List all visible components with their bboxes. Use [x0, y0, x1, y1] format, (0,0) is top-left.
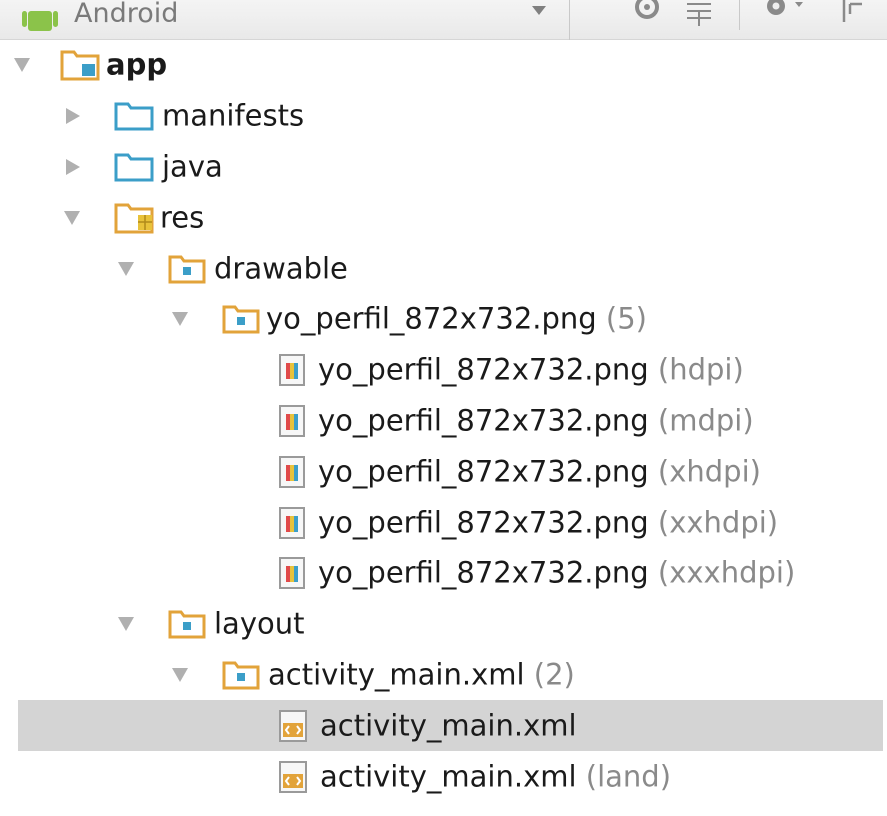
hide-panel-icon[interactable]	[838, 0, 868, 30]
tree-item-app[interactable]: app	[0, 40, 887, 91]
gear-icon[interactable]	[762, 0, 808, 30]
expand-arrow-icon[interactable]	[118, 617, 134, 632]
tree-item-label: java	[162, 149, 223, 184]
tree-item-image-xhdpi[interactable]: yo_perfil_872x732.png (xhdpi)	[0, 446, 887, 497]
tree-item-image-group[interactable]: yo_perfil_872x732.png (5)	[0, 294, 887, 345]
tree-item-label: drawable	[214, 250, 348, 285]
project-toolbar: Android	[0, 0, 887, 40]
tree-item-label: activity_main.xml	[320, 708, 577, 743]
collapse-all-icon[interactable]	[684, 0, 714, 30]
tree-item-activity-main-xml-land[interactable]: activity_main.xml (land)	[0, 751, 887, 802]
image-file-icon	[279, 557, 305, 590]
project-view-selector[interactable]: Android	[22, 0, 570, 40]
tree-item-label: app	[106, 47, 168, 82]
tree-item-image-xxhdpi[interactable]: yo_perfil_872x732.png (xxhdpi)	[0, 497, 887, 548]
tree-item-java[interactable]: java	[0, 142, 887, 193]
image-file-icon	[279, 404, 305, 437]
folder-icon	[114, 102, 154, 131]
tree-item-layout-group[interactable]: activity_main.xml (2)	[0, 650, 887, 701]
project-tree: app manifests java res drawable yo_perfi…	[0, 40, 887, 802]
tree-item-label: yo_perfil_872x732.png (xxxhdpi)	[318, 555, 796, 590]
collapse-arrow-icon[interactable]	[66, 108, 80, 125]
resource-folder-icon	[114, 203, 154, 234]
module-folder-icon	[60, 50, 100, 81]
tree-item-label: manifests	[162, 98, 305, 133]
folder-icon	[114, 153, 154, 182]
android-icon	[22, 11, 58, 31]
package-folder-icon	[168, 255, 206, 284]
tree-item-label: yo_perfil_872x732.png (5)	[266, 301, 647, 336]
tree-item-manifests[interactable]: manifests	[0, 91, 887, 142]
expand-arrow-icon[interactable]	[172, 667, 188, 682]
tree-item-layout[interactable]: layout	[0, 599, 887, 650]
tree-item-label: activity_main.xml (land)	[320, 758, 672, 793]
package-folder-icon	[168, 610, 206, 639]
project-view-label: Android	[74, 0, 179, 29]
tree-item-label: res	[160, 200, 205, 235]
tree-item-image-hdpi[interactable]: yo_perfil_872x732.png (hdpi)	[0, 345, 887, 396]
expand-arrow-icon[interactable]	[64, 210, 80, 225]
xml-file-icon	[279, 760, 307, 793]
tree-item-label: yo_perfil_872x732.png (xxhdpi)	[318, 504, 779, 539]
image-file-icon	[279, 455, 305, 488]
tree-item-activity-main-xml[interactable]: activity_main.xml	[18, 700, 883, 752]
tree-item-image-xxxhdpi[interactable]: yo_perfil_872x732.png (xxxhdpi)	[0, 548, 887, 599]
tree-item-label: yo_perfil_872x732.png (xhdpi)	[318, 454, 761, 489]
tree-item-drawable[interactable]: drawable	[0, 243, 887, 294]
image-file-icon	[279, 506, 305, 539]
expand-arrow-icon[interactable]	[118, 261, 134, 276]
tree-item-label: activity_main.xml (2)	[268, 657, 575, 692]
expand-arrow-icon[interactable]	[14, 58, 30, 73]
sync-icon[interactable]	[632, 0, 662, 30]
image-file-icon	[279, 354, 305, 387]
toolbar-separator	[739, 0, 740, 30]
dropdown-arrow-icon[interactable]	[532, 6, 546, 15]
xml-file-icon	[279, 709, 307, 742]
tree-item-label: layout	[214, 606, 305, 641]
tree-item-image-mdpi[interactable]: yo_perfil_872x732.png (mdpi)	[0, 396, 887, 447]
tree-item-label: yo_perfil_872x732.png (hdpi)	[318, 352, 744, 387]
tree-item-label: yo_perfil_872x732.png (mdpi)	[318, 403, 754, 438]
expand-arrow-icon[interactable]	[172, 312, 188, 327]
collapse-arrow-icon[interactable]	[66, 158, 80, 175]
tree-item-res[interactable]: res	[0, 192, 887, 243]
package-folder-icon	[222, 305, 260, 334]
package-folder-icon	[222, 661, 260, 690]
